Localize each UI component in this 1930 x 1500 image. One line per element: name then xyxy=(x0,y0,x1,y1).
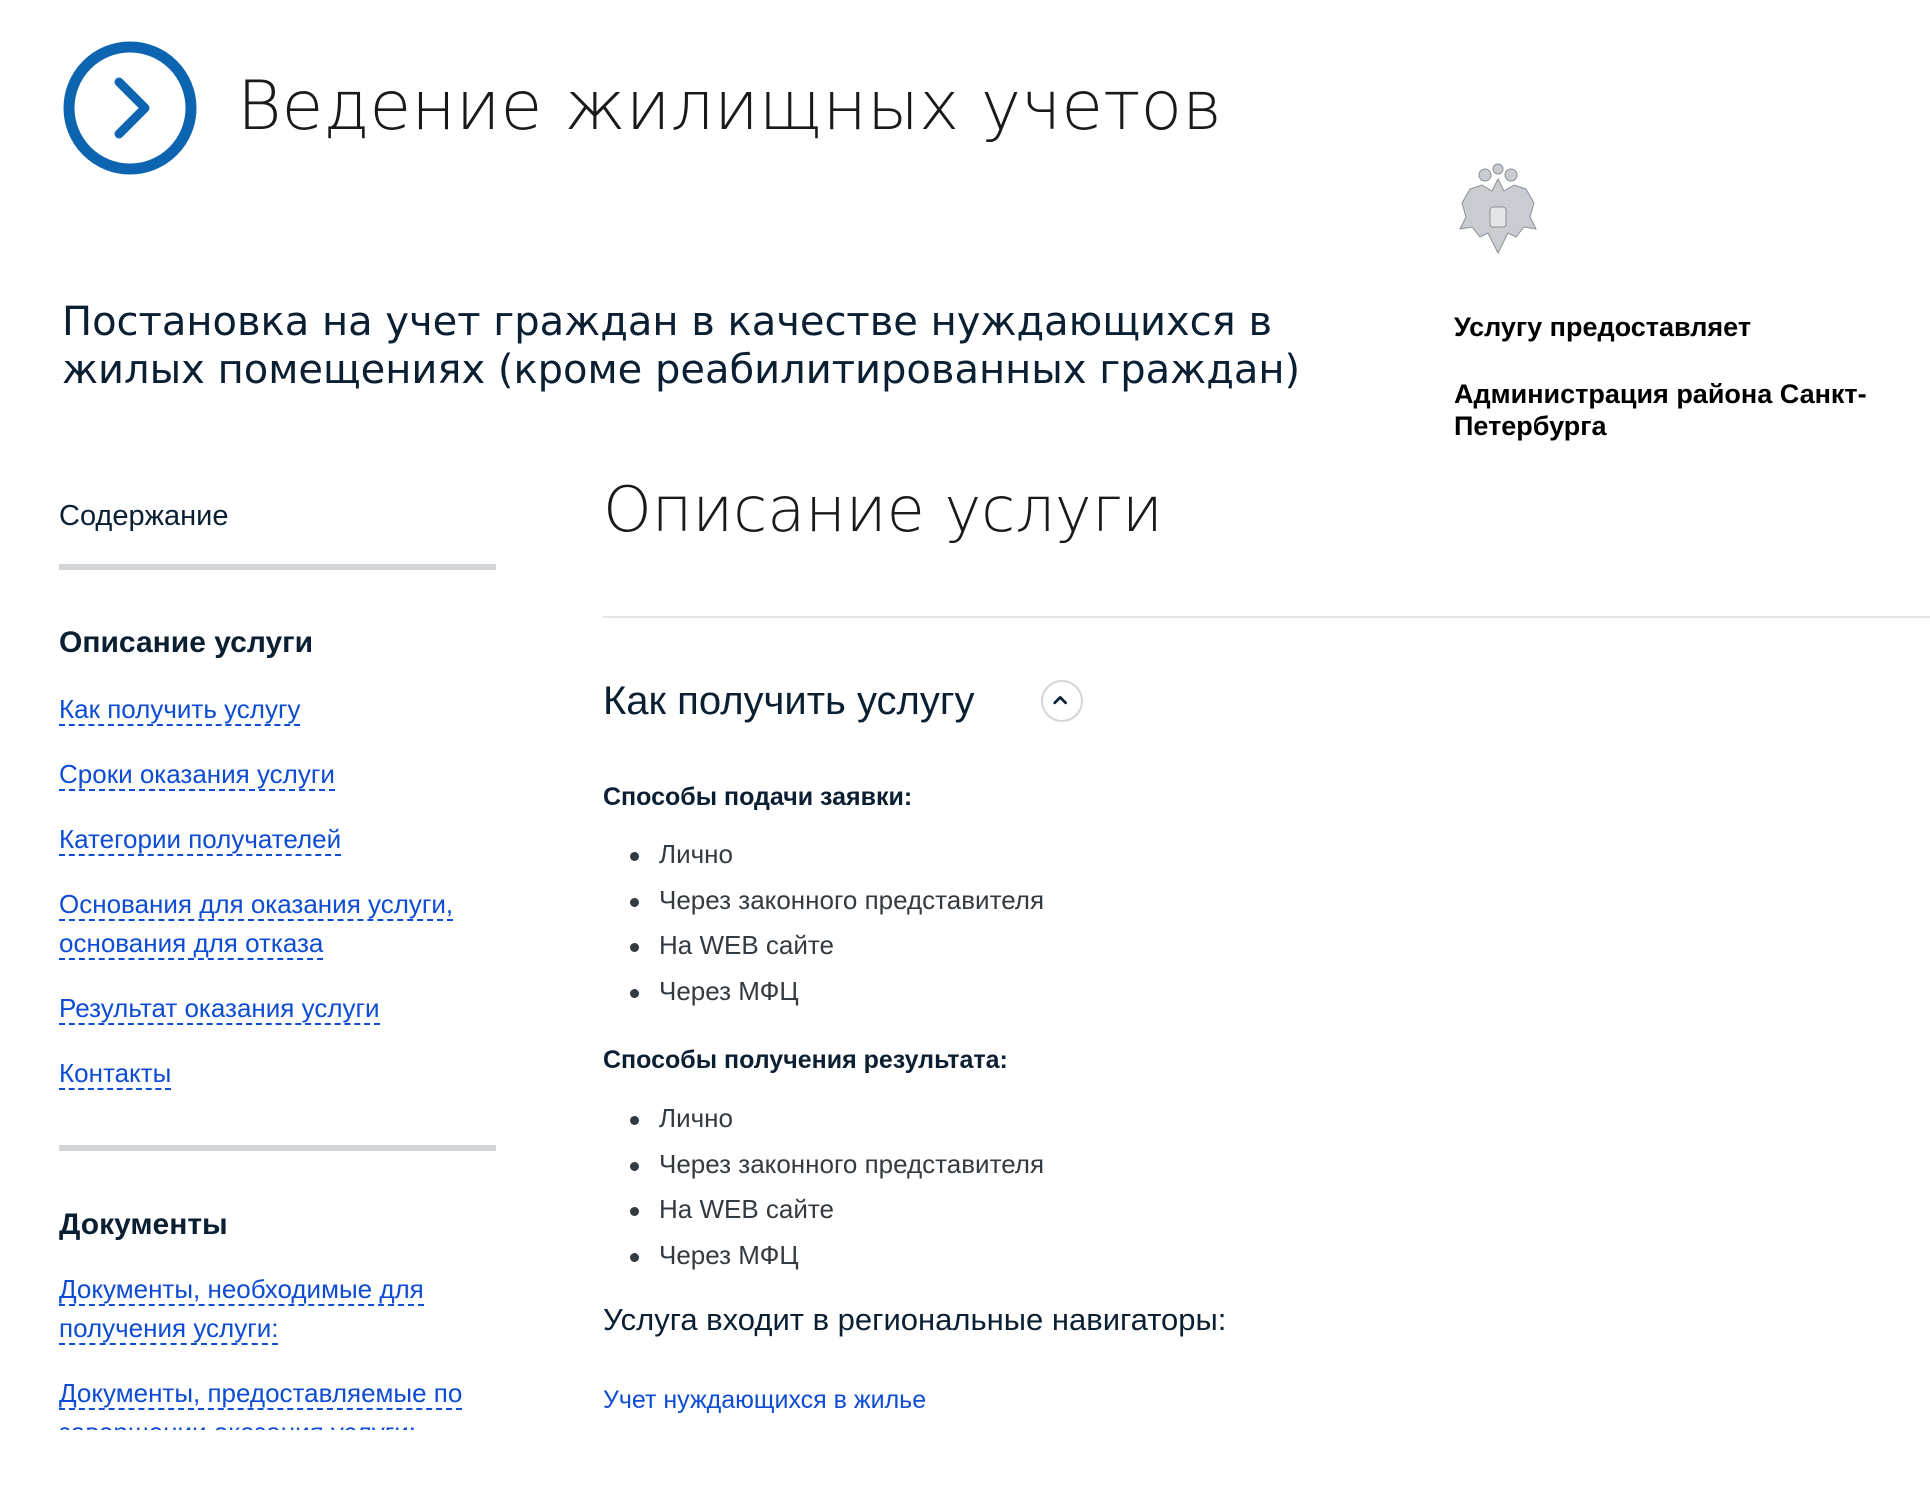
toc-link-terms[interactable]: Сроки оказания услуги xyxy=(59,759,335,791)
toc-item: Категории получателей xyxy=(59,820,499,859)
toc-item: Как получить услугу xyxy=(59,690,499,729)
toc-item: Основания для оказания услуги, основания… xyxy=(59,885,499,963)
toc-link-how-to-get[interactable]: Как получить услугу xyxy=(59,694,301,726)
toc-divider xyxy=(59,564,496,570)
viewport-cutoff xyxy=(0,1430,620,1500)
toc-title: Содержание xyxy=(59,500,229,532)
navigators-title: Услуга входит в региональные навигаторы: xyxy=(603,1302,1227,1337)
toc-link-result[interactable]: Результат оказания услуги xyxy=(59,993,380,1025)
list-item: Через законного представителя xyxy=(630,878,1044,924)
toc-item: Документы, необходимые для получения усл… xyxy=(59,1270,499,1348)
toc-link-contacts[interactable]: Контакты xyxy=(59,1058,172,1090)
toc-item: Контакты xyxy=(59,1054,499,1093)
toc-item: Результат оказания услуги xyxy=(59,989,499,1028)
toc-section-title: Описание услуги xyxy=(59,626,314,659)
section-divider xyxy=(603,616,1930,618)
navigator-link[interactable]: Учет нуждающихся в жилье xyxy=(603,1386,926,1415)
list-item: Через МФЦ xyxy=(630,969,1044,1015)
page-title: Ведение жилищных учетов xyxy=(237,67,1222,146)
section-heading: Описание услуги xyxy=(603,473,1163,546)
service-title: Постановка на учет граждан в качестве ну… xyxy=(62,299,1301,393)
coat-of-arms-icon xyxy=(1459,163,1537,255)
toc-link-grounds[interactable]: Основания для оказания услуги, основания… xyxy=(59,889,454,960)
list-item: Через МФЦ xyxy=(630,1233,1044,1279)
toc-link-recipients[interactable]: Категории получателей xyxy=(59,824,342,856)
toc-item: Сроки оказания услуги xyxy=(59,755,499,794)
toc-section-title: Документы xyxy=(59,1208,228,1241)
submit-methods-title: Способы подачи заявки: xyxy=(603,783,913,811)
toc-link-required-docs[interactable]: Документы, необходимые для получения усл… xyxy=(59,1274,424,1345)
provider-name: Администрация района Санкт-Петербурга xyxy=(1454,379,1867,441)
list-item: Через законного представителя xyxy=(630,1142,1044,1188)
list-item: Лично xyxy=(630,1096,1044,1142)
chevron-up-icon xyxy=(1053,696,1067,705)
toc-list: Как получить услугу Сроки оказания услуг… xyxy=(59,690,499,1119)
result-methods-title: Способы получения результата: xyxy=(603,1046,1008,1074)
list-item: На WEB сайте xyxy=(630,923,1044,969)
toc-divider xyxy=(59,1145,496,1151)
list-item: Лично xyxy=(630,832,1044,878)
collapse-button[interactable] xyxy=(1041,680,1083,722)
list-item: На WEB сайте xyxy=(630,1187,1044,1233)
chevron-right-circle-icon xyxy=(63,41,197,175)
submit-methods-list: Лично Через законного представителя На W… xyxy=(630,832,1044,1014)
result-methods-list: Лично Через законного представителя На W… xyxy=(630,1096,1044,1278)
provider-label: Услугу предоставляет xyxy=(1454,312,1752,342)
how-to-heading: Как получить услугу xyxy=(603,679,975,723)
